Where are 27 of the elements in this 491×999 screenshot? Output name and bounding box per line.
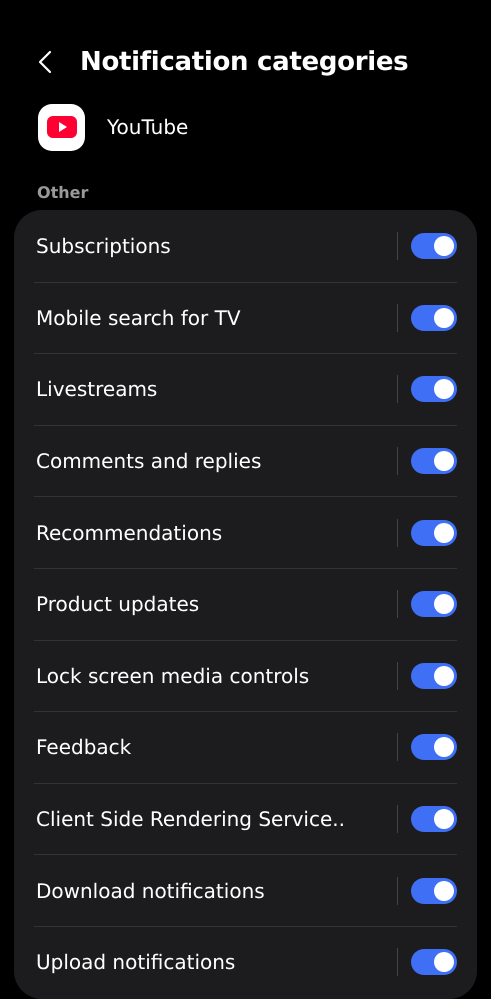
back-icon [38, 50, 52, 74]
toggle-switch[interactable] [411, 949, 457, 976]
app-icon [38, 104, 85, 150]
category-label: Client Side Rendering Service.. [36, 807, 346, 832]
category-label: Download notifications [36, 878, 266, 903]
toggle-switch[interactable] [411, 376, 457, 402]
app-name: YouTube [107, 115, 188, 139]
category-label: Product updates [36, 592, 200, 616]
category-label: Upload notifications [36, 950, 236, 974]
toggle-switch[interactable] [411, 304, 457, 331]
category-label: Lock screen media controls [36, 664, 310, 688]
toggle-switch[interactable] [411, 232, 457, 259]
category-label: Subscriptions [36, 234, 172, 258]
toggle-switch[interactable] [411, 878, 457, 904]
toggle-switch[interactable] [411, 520, 457, 546]
toggle-switch[interactable] [411, 448, 457, 474]
category-label: Recommendations [36, 520, 224, 545]
page-title: Notification categories [80, 47, 408, 77]
category-label: Comments and replies [36, 449, 262, 474]
toggle-switch[interactable] [411, 806, 457, 832]
category-label: Feedback [36, 735, 132, 760]
toggle-switch[interactable] [411, 591, 457, 618]
toggle-switch[interactable] [411, 734, 457, 760]
category-label: Mobile search for TV [36, 306, 242, 330]
category-label: Livestreams [36, 377, 158, 402]
toggle-switch[interactable] [411, 662, 457, 689]
section-label: Other [37, 183, 90, 202]
